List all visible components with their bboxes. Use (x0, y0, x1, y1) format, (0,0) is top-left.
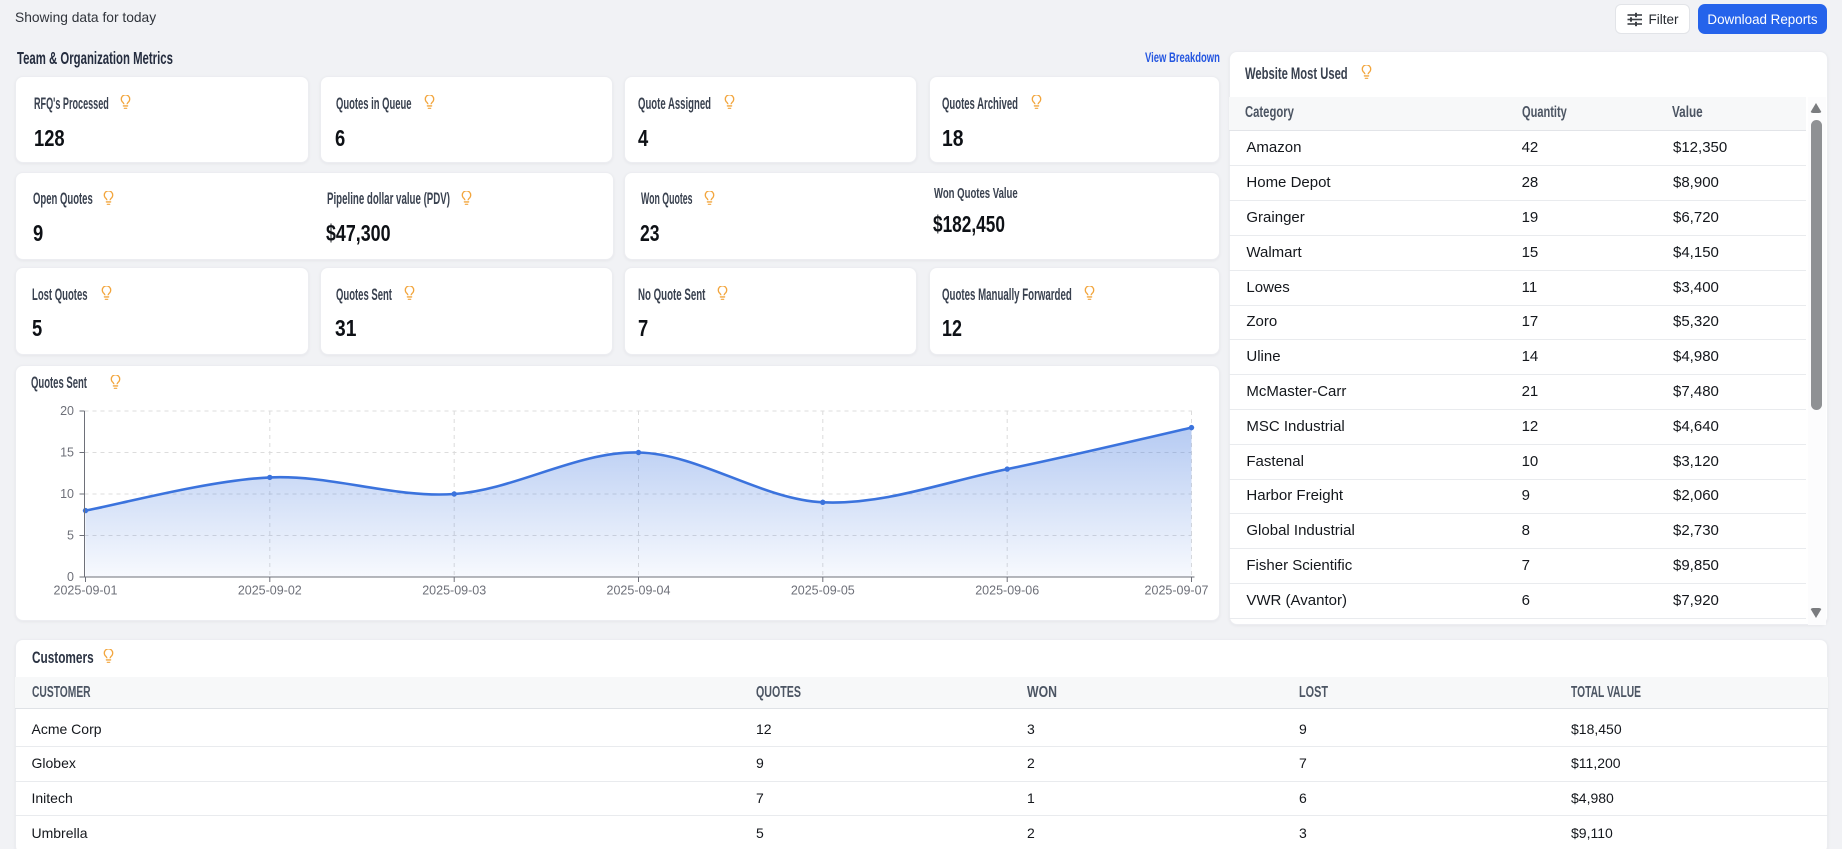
svg-text:10: 10 (60, 487, 74, 501)
svg-text:2025-09-02: 2025-09-02 (238, 584, 302, 598)
svg-text:2025-09-07: 2025-09-07 (1145, 584, 1209, 598)
svg-text:20: 20 (60, 404, 74, 418)
svg-text:5: 5 (67, 529, 74, 543)
svg-text:15: 15 (60, 446, 74, 460)
svg-text:0: 0 (67, 570, 74, 584)
svg-text:2025-09-04: 2025-09-04 (607, 584, 671, 598)
svg-text:2025-09-06: 2025-09-06 (975, 584, 1039, 598)
svg-text:2025-09-05: 2025-09-05 (791, 584, 855, 598)
svg-text:2025-09-01: 2025-09-01 (54, 584, 118, 598)
svg-text:2025-09-03: 2025-09-03 (422, 584, 486, 598)
